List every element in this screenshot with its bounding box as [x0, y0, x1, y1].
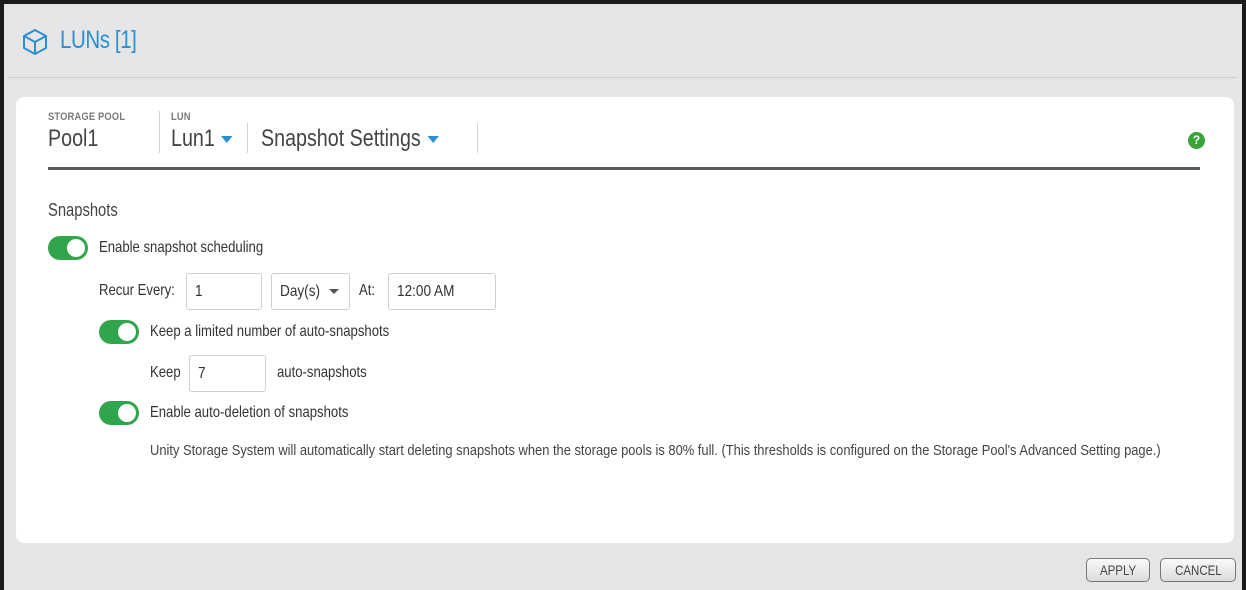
cancel-button-label: CANCEL: [1174, 562, 1222, 578]
recur-unit-value: Day(s): [280, 283, 321, 300]
limit-snapshots-label: Keep a limited number of auto-snapshots: [150, 323, 390, 340]
breadcrumb-view-value: Snapshot Settings: [261, 125, 421, 152]
time-input[interactable]: 12:00 AM: [388, 273, 496, 310]
breadcrumb-divider: [159, 111, 160, 153]
auto-deletion-toggle[interactable]: [99, 401, 139, 425]
auto-deletion-description: Unity Storage System will automatically …: [150, 442, 1161, 459]
cancel-button[interactable]: CANCEL: [1160, 558, 1236, 582]
header-rule: [48, 167, 1200, 170]
enable-scheduling-label: Enable snapshot scheduling: [99, 239, 264, 256]
apply-button[interactable]: APPLY: [1086, 558, 1150, 582]
recur-unit-select[interactable]: Day(s): [271, 273, 350, 310]
recur-every-value: 1: [195, 283, 203, 300]
enable-scheduling-toggle[interactable]: [48, 236, 88, 260]
recur-every-input[interactable]: 1: [186, 273, 262, 310]
settings-panel: STORAGE POOL Pool1 LUN Lun1 Snapshot Set…: [16, 97, 1234, 543]
breadcrumb-divider: [247, 123, 248, 153]
cube-icon: [23, 29, 47, 55]
keep-count-input[interactable]: 7: [189, 355, 266, 392]
breadcrumb-pool-value[interactable]: Pool1: [48, 125, 98, 153]
page-title: LUNs [1]: [60, 26, 137, 54]
keep-suffix-label: auto-snapshots: [277, 364, 367, 381]
section-title: Snapshots: [48, 200, 118, 220]
breadcrumb-lun-label: LUN: [171, 111, 191, 123]
help-icon[interactable]: ?: [1188, 132, 1205, 149]
chevron-down-icon: [221, 136, 233, 144]
at-label: At:: [359, 282, 376, 299]
limit-snapshots-toggle[interactable]: [99, 320, 139, 344]
auto-deletion-label: Enable auto-deletion of snapshots: [150, 404, 349, 421]
chevron-down-icon: [329, 289, 339, 294]
chevron-down-icon: [427, 136, 439, 144]
breadcrumb-divider: [477, 123, 478, 153]
apply-button-label: APPLY: [1099, 562, 1137, 578]
time-value: 12:00 AM: [397, 283, 455, 300]
breadcrumb-lun-value: Lun1: [171, 125, 215, 152]
breadcrumb-lun-dropdown[interactable]: Lun1: [171, 125, 233, 153]
recur-every-label: Recur Every:: [99, 282, 175, 299]
breadcrumb-view-dropdown[interactable]: Snapshot Settings: [261, 125, 439, 153]
breadcrumb-pool-label: STORAGE POOL: [48, 111, 126, 123]
page-header: LUNs [1]: [8, 8, 1238, 78]
keep-count-value: 7: [198, 365, 206, 382]
keep-label: Keep: [150, 364, 181, 381]
